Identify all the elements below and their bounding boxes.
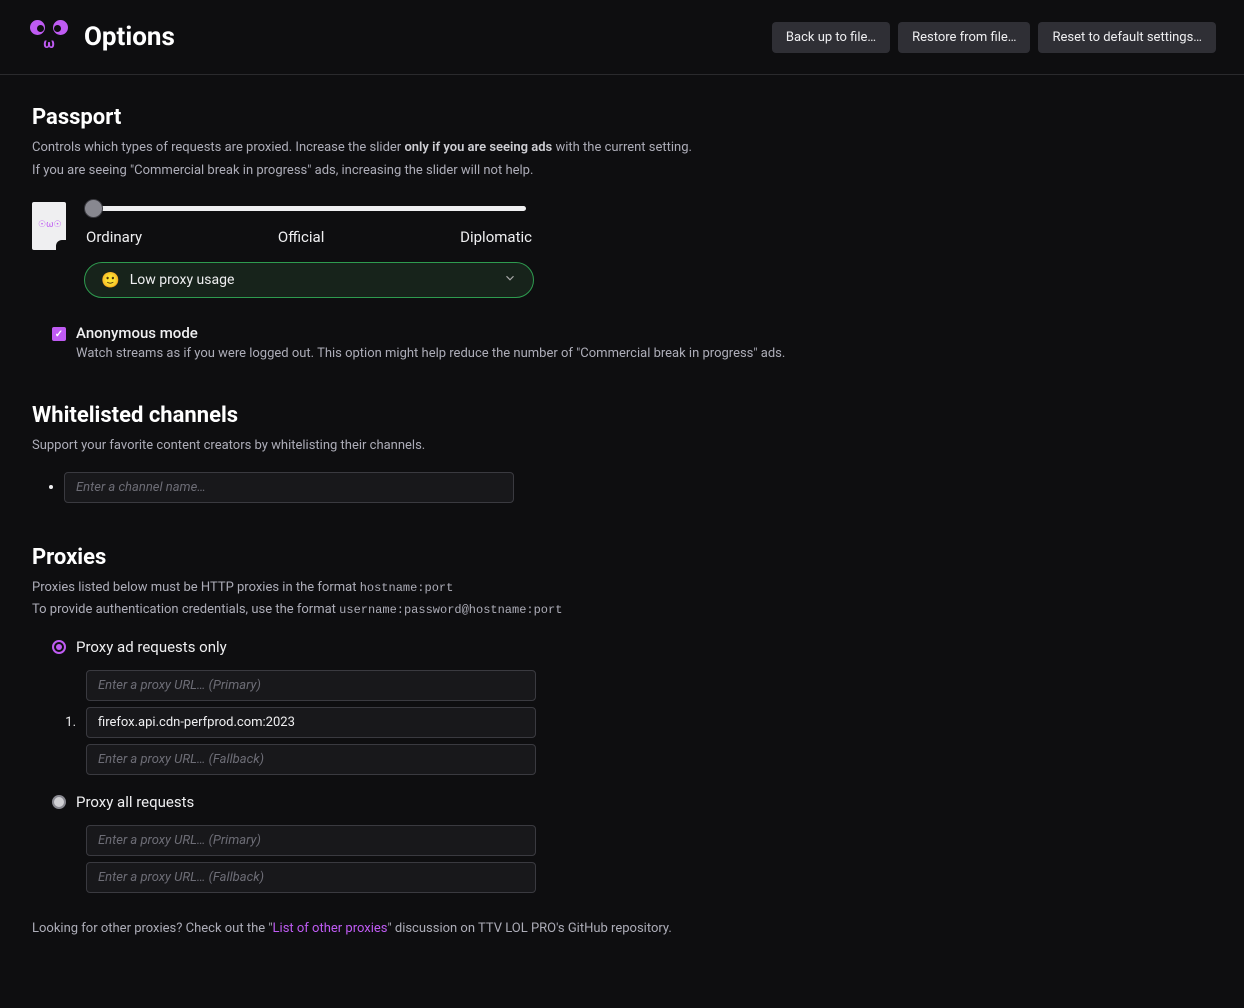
proxy-all-label: Proxy all requests (76, 793, 194, 811)
anonymous-mode-title: Anonymous mode (76, 324, 785, 342)
proxy-all-inputs (32, 825, 1212, 893)
slider-labels: Ordinary Official Diplomatic (84, 228, 534, 246)
header: ω Options Back up to file… Restore from … (0, 0, 1244, 75)
proxy-ad-only-row: Proxy ad requests only (32, 638, 1212, 656)
backup-button[interactable]: Back up to file… (772, 22, 890, 53)
proxy-ad-only-label: Proxy ad requests only (76, 638, 227, 656)
proxies-desc-2: To provide authentication credentials, u… (32, 600, 1212, 620)
section-whitelist: Whitelisted channels Support your favori… (32, 403, 1212, 503)
passport-slider[interactable] (84, 198, 534, 226)
anonymous-mode-desc: Watch streams as if you were logged out.… (76, 346, 785, 361)
passport-desc-2: If you are seeing "Commercial break in p… (32, 161, 1212, 181)
header-left: ω Options (28, 20, 175, 54)
app-logo-icon: ω (28, 20, 70, 54)
header-buttons: Back up to file… Restore from file… Rese… (772, 22, 1216, 53)
passport-heading: Passport (32, 105, 1212, 130)
whitelist-heading: Whitelisted channels (32, 403, 1212, 428)
proxy-usage-label: Low proxy usage (130, 272, 235, 288)
passport-icon: ☉ω☉ (32, 202, 66, 250)
slider-label-official: Official (278, 228, 324, 246)
slider-label-diplomatic: Diplomatic (460, 228, 532, 246)
anonymous-mode-checkbox[interactable] (52, 327, 66, 341)
proxies-footer: Looking for other proxies? Check out the… (32, 921, 1212, 936)
proxy-all-row: Proxy all requests (32, 793, 1212, 811)
page-title: Options (84, 22, 175, 52)
section-passport: Passport Controls which types of request… (32, 105, 1212, 361)
proxy-entry-number: 1. (62, 715, 76, 730)
channel-name-input[interactable] (64, 472, 514, 503)
proxies-desc-1: Proxies listed below must be HTTP proxie… (32, 578, 1212, 598)
proxy-fallback-input[interactable] (86, 744, 536, 775)
slider-thumb[interactable] (84, 199, 103, 218)
list-item (64, 472, 1212, 503)
proxy-ad-only-radio[interactable] (52, 640, 66, 654)
restore-button[interactable]: Restore from file… (898, 22, 1030, 53)
proxy-usage-dropdown[interactable]: 🙂 Low proxy usage (84, 262, 534, 298)
passport-desc-1: Controls which types of requests are pro… (32, 138, 1212, 158)
smiley-icon: 🙂 (101, 271, 120, 289)
reset-button[interactable]: Reset to default settings… (1038, 22, 1216, 53)
proxy-all-primary-input[interactable] (86, 825, 536, 856)
proxy-primary-input[interactable] (86, 670, 536, 701)
slider-label-ordinary: Ordinary (86, 228, 142, 246)
anonymous-mode-row: Anonymous mode Watch streams as if you w… (32, 324, 1212, 361)
proxy-ad-only-inputs: 1. (32, 670, 1212, 775)
other-proxies-link[interactable]: List of other proxies (273, 921, 388, 936)
proxies-heading: Proxies (32, 545, 1212, 570)
proxy-all-fallback-input[interactable] (86, 862, 536, 893)
whitelist-desc: Support your favorite content creators b… (32, 436, 1212, 456)
chevron-down-icon (503, 271, 517, 289)
proxy-all-radio[interactable] (52, 795, 66, 809)
proxy-entry-input[interactable] (86, 707, 536, 738)
section-proxies: Proxies Proxies listed below must be HTT… (32, 545, 1212, 936)
